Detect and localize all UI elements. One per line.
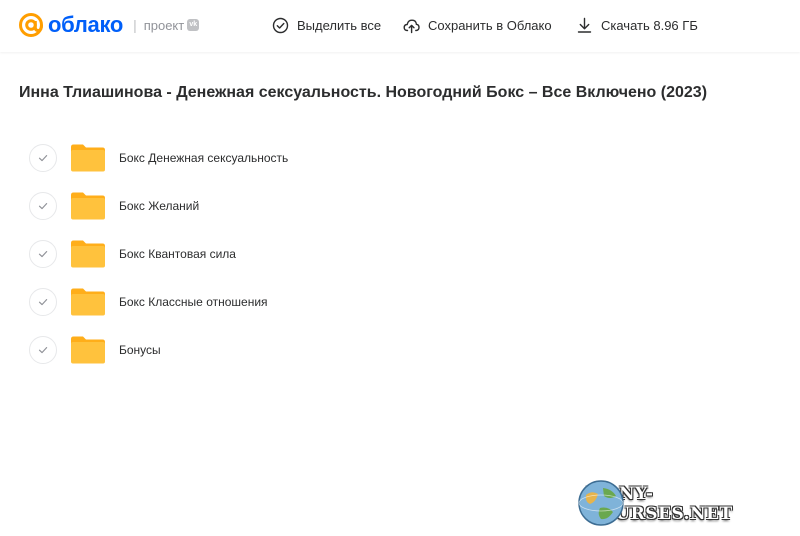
folder-name: Бокс Классные отношения bbox=[119, 295, 268, 309]
select-checkbox[interactable] bbox=[29, 144, 57, 172]
list-item[interactable]: Бокс Квантовая сила bbox=[29, 234, 529, 274]
save-to-cloud-button[interactable]: Сохранить в Облако bbox=[403, 17, 552, 34]
check-icon bbox=[38, 347, 48, 354]
folder-name: Бокс Денежная сексуальность bbox=[119, 151, 289, 165]
at-sign-icon bbox=[19, 13, 43, 37]
save-to-cloud-label: Сохранить в Облако bbox=[428, 18, 552, 33]
globe-icon bbox=[578, 480, 624, 526]
folder-icon bbox=[71, 336, 105, 364]
list-item[interactable]: Бокс Классные отношения bbox=[29, 282, 529, 322]
select-all-label: Выделить все bbox=[297, 18, 382, 33]
list-item[interactable]: Бокс Желаний bbox=[29, 186, 529, 226]
download-label: Скачать 8.96 ГБ bbox=[601, 18, 698, 33]
folder-name: Бокс Желаний bbox=[119, 199, 200, 213]
check-icon bbox=[38, 155, 48, 162]
cloud-logo[interactable]: облако | проект vk bbox=[18, 12, 200, 38]
select-checkbox[interactable] bbox=[29, 192, 57, 220]
select-checkbox[interactable] bbox=[29, 336, 57, 364]
project-label: проект bbox=[143, 17, 185, 33]
check-icon bbox=[38, 299, 48, 306]
page-title: Инна Тлиашинова - Денежная сексуальность… bbox=[19, 84, 708, 101]
check-icon bbox=[38, 203, 48, 210]
folder-icon bbox=[71, 288, 105, 316]
vk-badge: vk bbox=[187, 19, 200, 31]
select-checkbox[interactable] bbox=[29, 288, 57, 316]
select-checkbox[interactable] bbox=[29, 240, 57, 268]
download-button[interactable]: Скачать 8.96 ГБ bbox=[576, 17, 698, 34]
logo-separator: | bbox=[133, 17, 137, 33]
folder-icon bbox=[71, 240, 105, 268]
select-all-button[interactable]: Выделить все bbox=[272, 17, 381, 34]
check-circle-icon bbox=[272, 17, 289, 34]
watermark: MANY-COURSES.NET bbox=[576, 478, 800, 528]
folder-name: Бокс Квантовая сила bbox=[119, 247, 236, 261]
folder-icon bbox=[71, 144, 105, 172]
check-icon bbox=[38, 251, 48, 258]
folder-name: Бонусы bbox=[119, 343, 161, 357]
download-icon bbox=[577, 17, 592, 33]
cloud-upload-icon bbox=[403, 19, 420, 34]
top-bar: облако | проект vk Выделить все Сохранит… bbox=[0, 0, 800, 52]
logo-text: облако bbox=[48, 12, 124, 37]
folder-icon bbox=[71, 192, 105, 220]
list-item[interactable]: Бокс Денежная сексуальность bbox=[29, 138, 529, 178]
list-item[interactable]: Бонусы bbox=[29, 330, 529, 370]
